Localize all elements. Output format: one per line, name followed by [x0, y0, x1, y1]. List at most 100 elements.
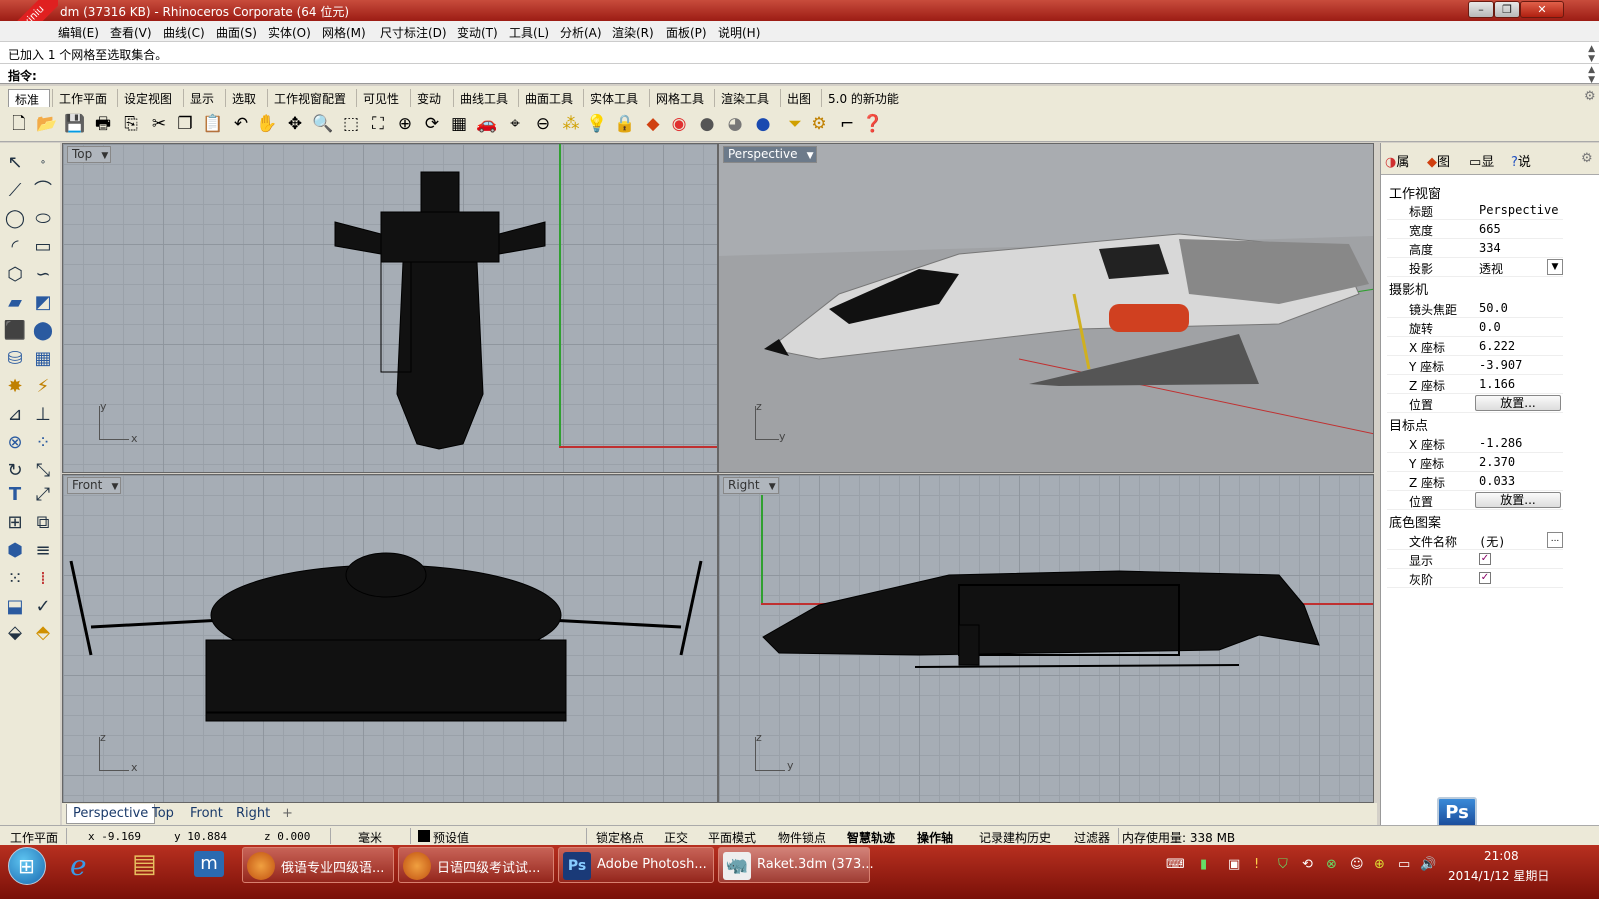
menu-edit[interactable]: 编辑(E)	[58, 24, 99, 41]
warning-icon[interactable]: !	[1254, 857, 1270, 873]
render-sphere-icon[interactable]: ●	[752, 113, 774, 135]
add-viewport-icon[interactable]: +	[276, 804, 299, 824]
lock-icon[interactable]: 🔒	[614, 113, 636, 135]
ie-icon[interactable]: ℯ	[70, 849, 87, 882]
shaded-sphere-icon[interactable]: ●	[696, 113, 718, 135]
menu-view[interactable]: 查看(V)	[110, 24, 152, 41]
tab-mesh-tools[interactable]: 网格工具	[649, 89, 713, 107]
offset-icon[interactable]: ⊥	[31, 403, 55, 427]
trim-icon[interactable]: ⚡	[31, 375, 55, 399]
color-wheel-icon[interactable]: ◉	[668, 113, 690, 135]
copy-icon[interactable]: ❐	[174, 113, 196, 135]
prop-value[interactable]: -3.907	[1479, 358, 1522, 372]
menu-surface[interactable]: 曲面(S)	[216, 24, 257, 41]
group-icon[interactable]: ⁘	[31, 431, 55, 455]
surface-icon[interactable]: ▰	[3, 291, 27, 315]
dimension-tool-icon[interactable]: ⤢	[31, 483, 55, 507]
prop-value[interactable]: 0.033	[1479, 474, 1515, 488]
keyboard-icon[interactable]: ⌨	[1166, 857, 1185, 873]
status-layer[interactable]: 预设值	[433, 829, 469, 846]
rendered-sphere-icon[interactable]: ◕	[724, 113, 746, 135]
copy-doc-icon[interactable]: ⎘	[120, 113, 142, 135]
pan-hand-icon[interactable]: ✋	[256, 113, 278, 135]
explorer-folder-icon[interactable]: ▤	[132, 849, 157, 879]
menu-render[interactable]: 渲染(R)	[612, 24, 654, 41]
toggle-filter[interactable]: 过滤器	[1074, 829, 1110, 846]
tab-select[interactable]: 选取	[225, 89, 267, 107]
menu-help[interactable]: 说明(H)	[718, 24, 760, 41]
maxthon-icon[interactable]: m	[194, 851, 224, 877]
box-icon[interactable]: ⬛	[3, 319, 27, 343]
freeform-curve-icon[interactable]: ∽	[31, 263, 55, 287]
task-japanese-exam[interactable]: 日语四级考试试...	[398, 847, 554, 883]
help-icon[interactable]: ❓	[862, 113, 884, 135]
prop-value[interactable]: 2.370	[1479, 455, 1515, 469]
toggle-gumball[interactable]: 操作轴	[917, 829, 953, 846]
camera-place-button[interactable]: 放置...	[1475, 395, 1561, 411]
panel-gear-icon[interactable]: ⚙	[1581, 151, 1593, 166]
prop-value[interactable]: 665	[1479, 222, 1501, 236]
projection-select[interactable]: 透视	[1479, 260, 1503, 277]
menu-panels[interactable]: 面板(P)	[666, 24, 707, 41]
prop-value[interactable]: 0.0	[1479, 320, 1501, 334]
zoom-extents-icon[interactable]: ⛶	[367, 113, 389, 135]
scale-icon[interactable]: ⤡	[31, 459, 55, 483]
status-cplane[interactable]: 工作平面	[10, 829, 58, 846]
close-tray-icon[interactable]: ⊗	[1326, 857, 1342, 873]
network-icon[interactable]: ▭	[1398, 857, 1414, 873]
text-icon[interactable]: T	[3, 483, 27, 507]
menu-analyze[interactable]: 分析(A)	[560, 24, 602, 41]
target-place-button[interactable]: 放置...	[1475, 492, 1561, 508]
extrude-icon[interactable]: ⬓	[3, 595, 27, 619]
task-russian-exam[interactable]: 俄语专业四级语...	[242, 847, 394, 883]
undo-icon[interactable]: ↶	[230, 113, 252, 135]
viewport-layout-icon[interactable]: ▦	[448, 113, 470, 135]
toggle-planar[interactable]: 平面模式	[708, 829, 756, 846]
app-tray-icon[interactable]: ▣	[1228, 857, 1244, 873]
maximize-button[interactable]: ❐	[1494, 1, 1520, 18]
chevron-down-icon[interactable]: ▼	[1547, 259, 1563, 275]
sync-icon[interactable]: ⟲	[1302, 857, 1318, 873]
vp-tab-right[interactable]: Right	[230, 804, 276, 824]
prop-value[interactable]: Perspective	[1479, 203, 1558, 217]
menu-mesh[interactable]: 网格(M)	[322, 24, 366, 41]
mirror-icon[interactable]: ⧉	[31, 511, 55, 535]
add-icon[interactable]: ⊕	[1374, 857, 1390, 873]
tab-visibility[interactable]: 可见性	[356, 89, 410, 107]
tab-solid-tools[interactable]: 实体工具	[583, 89, 647, 107]
explode-icon[interactable]: ✸	[3, 375, 27, 399]
zoom-window-icon[interactable]: ⬚	[340, 113, 362, 135]
open-file-icon[interactable]: 📂	[36, 113, 58, 135]
tab-curve-tools[interactable]: 曲线工具	[453, 89, 517, 107]
tab-drafting[interactable]: 出图	[780, 89, 820, 107]
vp-tab-front[interactable]: Front	[184, 804, 229, 824]
command-line[interactable]: 指令: ▲ ▼	[0, 63, 1599, 85]
cylinder-icon[interactable]: ⛁	[3, 347, 27, 371]
menu-tools[interactable]: 工具(L)	[509, 24, 549, 41]
prop-value[interactable]: 50.0	[1479, 301, 1508, 315]
show-checkbox[interactable]: ✓	[1479, 553, 1491, 565]
select-tools-icon[interactable]: ⌖	[504, 113, 526, 135]
grayscale-checkbox[interactable]: ✓	[1479, 572, 1491, 584]
vp-tab-perspective[interactable]: Perspective	[66, 804, 156, 824]
vp-tab-top[interactable]: Top	[146, 804, 180, 824]
toggle-smarttrack[interactable]: 智慧轨迹	[847, 829, 895, 846]
grid-array-icon[interactable]: ⁙	[3, 567, 27, 591]
viewport-right[interactable]: Right ▼ z y	[718, 474, 1374, 803]
loft-icon[interactable]: ◩	[31, 291, 55, 315]
security-shield-icon[interactable]: ⛉	[1278, 857, 1294, 873]
select-arrow-icon[interactable]: ↖	[3, 151, 27, 175]
viewport-perspective[interactable]: Perspective ▼ z y	[718, 143, 1374, 473]
toolbar-gear-icon[interactable]: ⚙	[1584, 89, 1596, 104]
command-scroll-icon[interactable]: ▲ ▼	[1588, 65, 1595, 85]
start-button[interactable]: ⊞	[8, 847, 46, 885]
mesh-icon[interactable]: ▦	[31, 347, 55, 371]
polygon-icon[interactable]: ⬡	[3, 263, 27, 287]
rotate-view-icon[interactable]: ⟳	[421, 113, 443, 135]
prop-value[interactable]: -1.286	[1479, 436, 1522, 450]
array-icon[interactable]: ⊞	[3, 511, 27, 535]
tab-display-panel[interactable]: ▭显	[1469, 151, 1494, 170]
filter-icon[interactable]: ⏷	[784, 113, 806, 135]
shell-icon[interactable]: ⬙	[3, 621, 27, 645]
rotate-icon[interactable]: ↻	[3, 459, 27, 483]
